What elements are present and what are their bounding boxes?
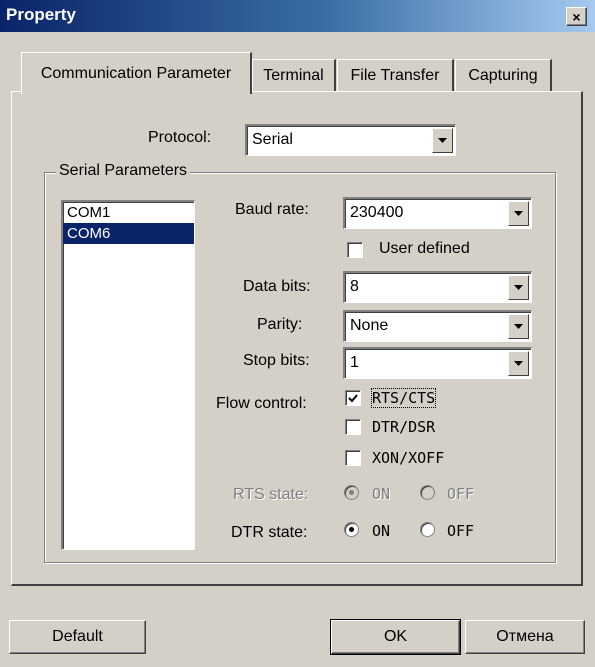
data-bits-select[interactable]: 8 [343, 271, 532, 303]
dtr-on-label: ON [372, 522, 391, 540]
protocol-value: Serial [252, 131, 293, 148]
ok-button[interactable]: OK [330, 619, 461, 655]
stop-bits-select[interactable]: 1 [343, 347, 532, 379]
user-defined-label: User defined [379, 240, 470, 257]
port-list[interactable]: COM1 COM6 [61, 200, 195, 550]
rts-cts-label: RTS/CTS [370, 388, 437, 408]
baud-rate-select[interactable]: 230400 [343, 197, 532, 229]
default-button[interactable]: Default [9, 620, 146, 654]
dtr-state-label: DTR state: [231, 524, 308, 541]
chevron-down-icon[interactable] [432, 128, 453, 153]
check-icon [348, 393, 358, 402]
protocol-label: Protocol: [148, 129, 212, 146]
stop-bits-label: Stop bits: [243, 352, 310, 369]
rts-off-radio[interactable] [420, 485, 435, 500]
close-button[interactable]: × [566, 7, 587, 26]
port-item-com1[interactable]: COM1 [63, 202, 194, 223]
tab-communication-parameter[interactable]: Communication Parameter [21, 52, 252, 94]
chevron-down-icon[interactable] [508, 351, 529, 376]
xon-xoff-checkbox[interactable] [345, 450, 361, 466]
parity-select[interactable]: None [343, 310, 532, 342]
cancel-button[interactable]: Отмена [465, 620, 585, 654]
rts-state-label: RTS state: [233, 486, 309, 503]
window-title: Property [6, 5, 76, 24]
active-tab-join [22, 89, 250, 93]
data-bits-value: 8 [350, 278, 359, 295]
dtr-on-radio[interactable] [344, 522, 359, 537]
chevron-down-icon[interactable] [508, 314, 529, 339]
rts-on-radio[interactable] [344, 485, 359, 500]
port-item-com6[interactable]: COM6 [63, 223, 194, 244]
tab-label: File Transfer [350, 66, 440, 84]
tab-file-transfer[interactable]: File Transfer [337, 59, 454, 91]
rts-on-label: ON [372, 485, 391, 503]
tab-label: Communication Parameter [40, 64, 232, 82]
tab-capturing[interactable]: Capturing [455, 59, 552, 91]
title-bar [0, 0, 595, 32]
data-bits-label: Data bits: [243, 278, 311, 295]
rts-cts-checkbox[interactable] [345, 390, 361, 406]
dtr-dsr-label: DTR/DSR [372, 418, 436, 436]
serial-parameters-title: Serial Parameters [56, 162, 191, 180]
xon-xoff-label: XON/XOFF [372, 449, 445, 467]
dtr-off-label: OFF [447, 522, 475, 540]
dtr-dsr-checkbox[interactable] [345, 419, 361, 435]
tab-terminal[interactable]: Terminal [252, 59, 336, 91]
protocol-select[interactable]: Serial [245, 124, 456, 156]
parity-label: Parity: [257, 316, 303, 333]
tab-label: Capturing [468, 66, 538, 84]
dtr-off-radio[interactable] [420, 522, 435, 537]
stop-bits-value: 1 [350, 354, 359, 371]
flow-control-label: Flow control: [216, 395, 307, 412]
chevron-down-icon[interactable] [508, 275, 529, 300]
tab-label: Terminal [263, 66, 324, 84]
baud-rate-value: 230400 [350, 204, 404, 221]
chevron-down-icon[interactable] [508, 201, 529, 226]
user-defined-checkbox[interactable] [347, 242, 363, 258]
close-icon: × [572, 8, 581, 25]
baud-rate-label: Baud rate: [235, 201, 309, 218]
parity-value: None [350, 317, 389, 334]
rts-off-label: OFF [447, 485, 475, 503]
